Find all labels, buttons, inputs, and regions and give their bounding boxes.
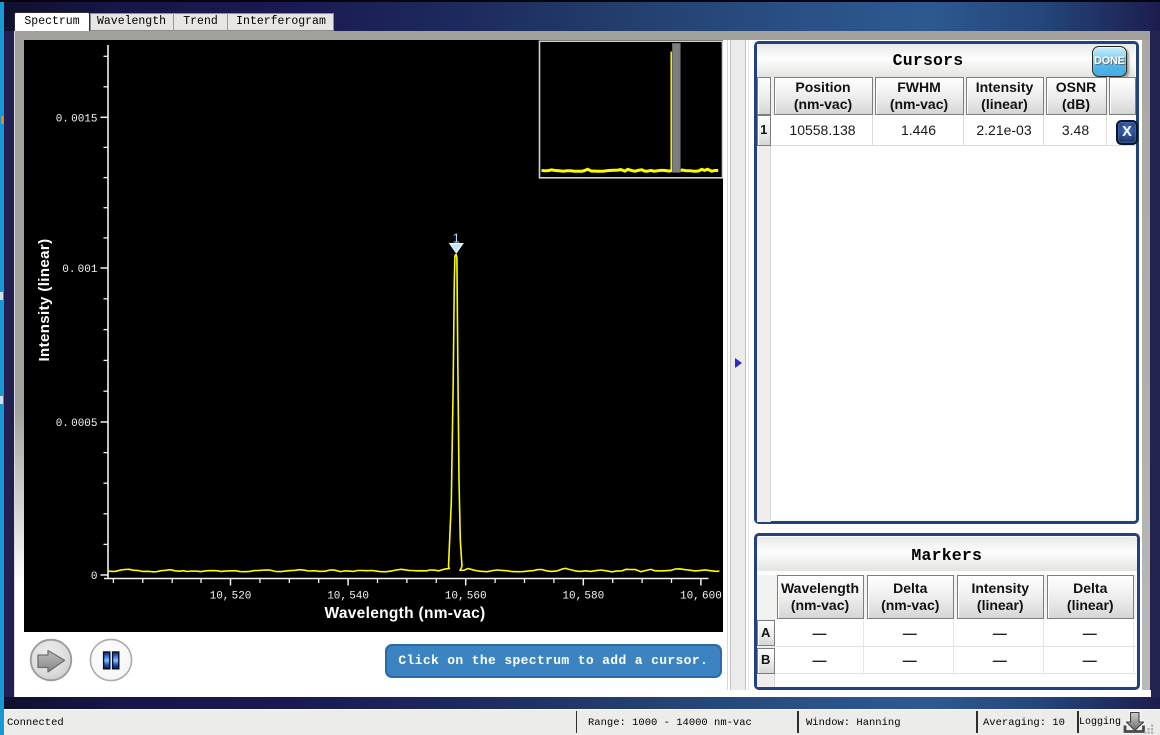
svg-text:10, 560: 10, 560	[445, 591, 487, 603]
svg-text:10, 520: 10, 520	[210, 591, 252, 603]
svg-text:Intensity (linear): Intensity (linear)	[36, 238, 53, 361]
svg-text:10, 540: 10, 540	[327, 591, 369, 603]
svg-text:0. 0015: 0. 0015	[56, 114, 98, 126]
svg-text:0. 0005: 0. 0005	[56, 418, 98, 430]
svg-text:10, 600: 10, 600	[680, 591, 722, 603]
svg-text:1: 1	[453, 230, 460, 245]
svg-text:Wavelength (nm-vac): Wavelength (nm-vac)	[324, 605, 485, 622]
svg-text:0: 0	[91, 571, 98, 583]
svg-text:0. 001: 0. 001	[62, 264, 98, 276]
svg-text:10, 580: 10, 580	[562, 591, 604, 603]
